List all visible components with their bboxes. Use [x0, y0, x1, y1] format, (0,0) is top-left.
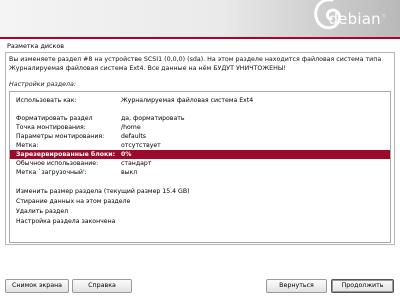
- main-panel: Вы изменяете раздел #8 на устройстве SCS…: [5, 52, 395, 245]
- list-item[interactable]: Метка: отсутствует: [10, 141, 390, 150]
- list-item-label: Точка монтирования:: [16, 124, 86, 131]
- list-item: [10, 105, 390, 114]
- list-item-label: Параметры монтирования:: [16, 133, 105, 140]
- continue-button[interactable]: Продолжить: [331, 279, 394, 293]
- list-item-value: стандарт: [121, 160, 152, 167]
- list-item-label: Зарезервированные блоки:: [16, 151, 116, 158]
- list-item-value: Журналируемая файловая система Ext4: [121, 97, 254, 104]
- header-banner: debian®: [0, 0, 400, 37]
- list-item-value: да, форматировать: [121, 115, 185, 122]
- header-divider: [0, 37, 400, 39]
- list-item[interactable]: Стирание данных на этом разделе: [10, 197, 390, 206]
- list-item[interactable]: Параметры монтирования: defaults: [10, 132, 390, 141]
- list-item[interactable]: Использовать как: Журналируемая файловая …: [10, 96, 390, 105]
- list-item-label: Использовать как:: [16, 97, 77, 104]
- list-item-label: Форматировать раздел: [16, 115, 93, 122]
- list-item[interactable]: Изменить размер раздела (текущий размер …: [10, 187, 390, 196]
- list-item[interactable]: Метка `загрузочный': выкл: [10, 168, 390, 177]
- list-item-label: Метка `загрузочный':: [16, 169, 87, 176]
- list-item-label: Метка:: [16, 142, 39, 149]
- list-item-label: Удалить раздел: [16, 208, 69, 215]
- list-item[interactable]: Обычное использование: стандарт: [10, 159, 390, 168]
- list-item[interactable]: Точка монтирования: /home: [10, 123, 390, 132]
- help-button[interactable]: Справка: [72, 279, 132, 293]
- list-item[interactable]: Зарезервированные блоки: 0%: [10, 150, 390, 159]
- partition-settings-list: Использовать как: Журналируемая файловая …: [9, 91, 391, 243]
- list-item-label: Настройка раздела закончена: [16, 218, 116, 225]
- list-item-label: Стирание данных на этом разделе: [16, 198, 131, 205]
- list-item[interactable]: Настройка раздела закончена: [10, 217, 390, 226]
- list-item[interactable]: Форматировать раздел да, форматировать: [10, 114, 390, 123]
- list-item-value: выкл: [121, 169, 138, 176]
- page-title: Разметка дисков: [7, 42, 65, 50]
- list-item[interactable]: Удалить раздел: [10, 207, 390, 216]
- back-button[interactable]: Вернуться: [266, 279, 327, 293]
- info-text: Вы изменяете раздел #8 на устройстве SCS…: [9, 56, 382, 72]
- settings-label: Настройки раздела:: [9, 81, 76, 88]
- debian-logo: debian®: [328, 10, 387, 28]
- list-item-value: defaults: [121, 133, 146, 140]
- list-item: [10, 177, 390, 186]
- list-item-value: 0%: [121, 151, 132, 158]
- list-item-label: Изменить размер раздела (текущий размер …: [16, 188, 190, 195]
- screenshot-button[interactable]: Снимок экрана: [5, 279, 69, 293]
- list-item-value: отсутствует: [121, 142, 161, 149]
- list-item-value: /home: [121, 124, 141, 131]
- list-item-label: Обычное использование:: [16, 160, 99, 167]
